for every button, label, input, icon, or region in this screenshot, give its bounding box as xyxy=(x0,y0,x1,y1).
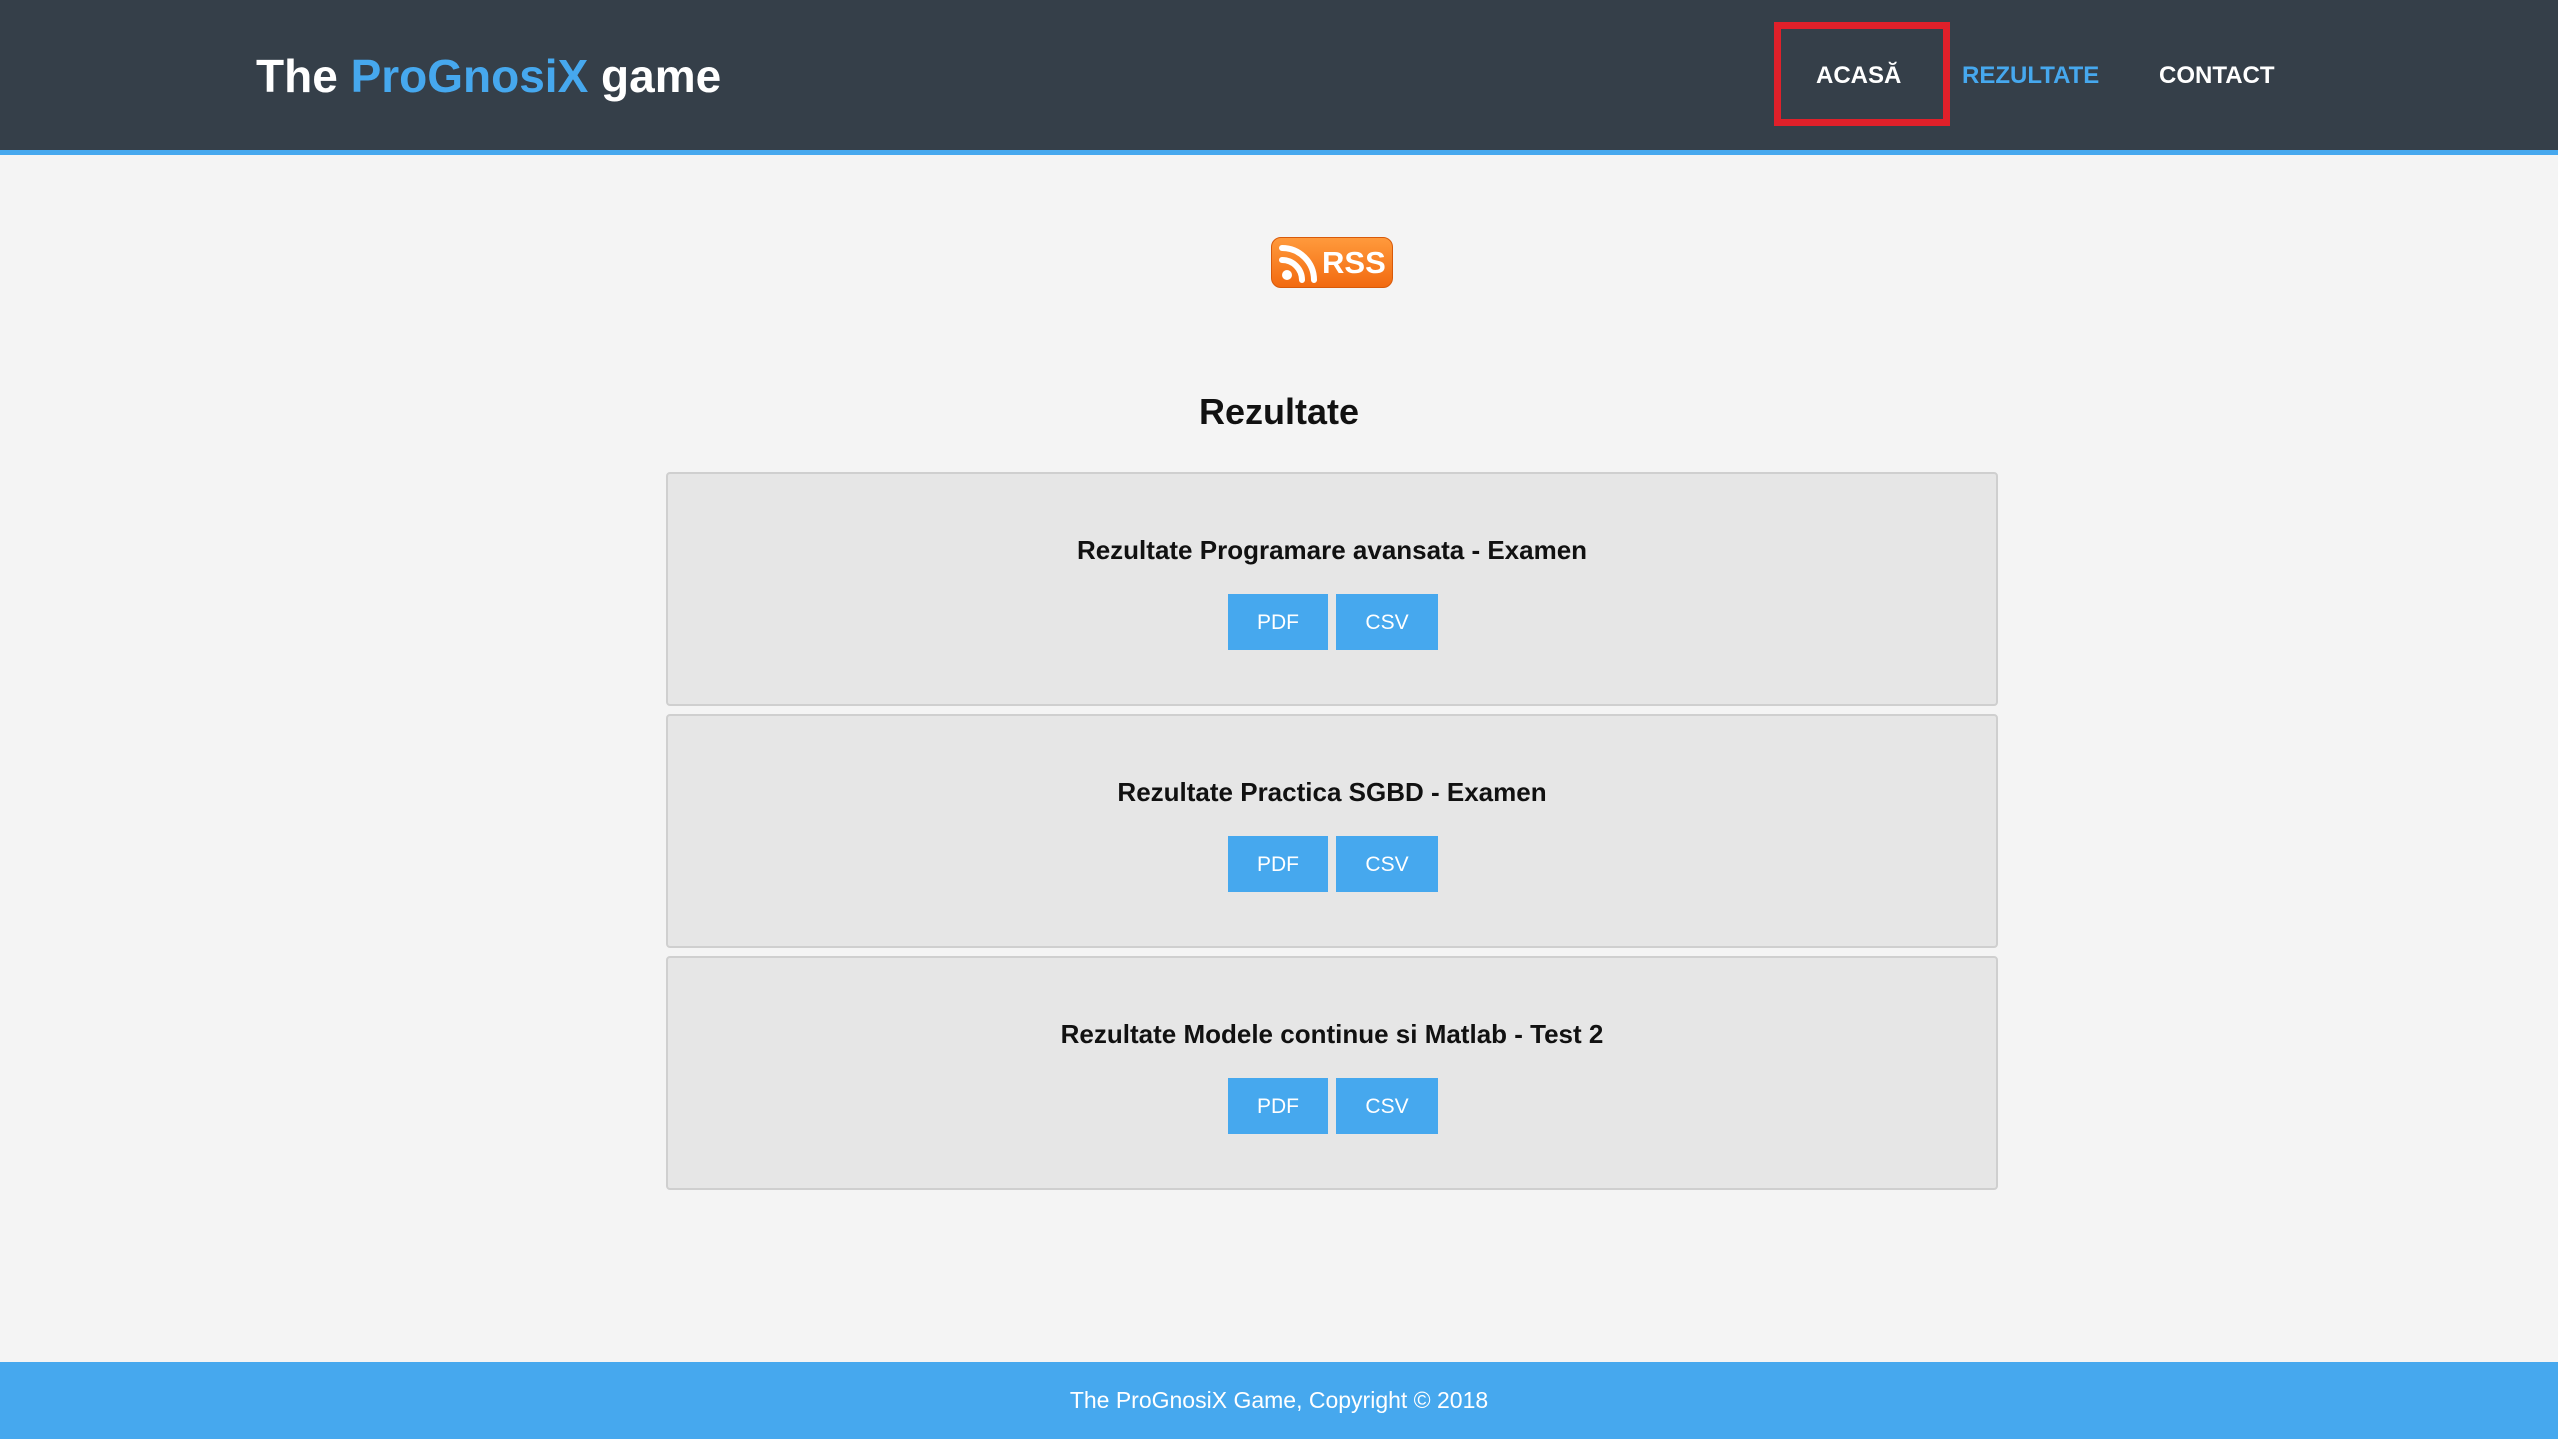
logo-accent: ProGnosiX xyxy=(350,50,589,102)
rss-icon xyxy=(1279,244,1317,283)
footer-copyright: The ProGnosiX Game, Copyright © 2018 xyxy=(1069,1387,1489,1413)
csv-download-button[interactable]: CSV xyxy=(1336,836,1438,892)
result-card-title: Rezultate Programare avansata - Examen xyxy=(1076,535,1588,565)
site-logo[interactable]: The ProGnosiX game xyxy=(256,44,721,108)
result-card-title: Rezultate Modele continue si Matlab - Te… xyxy=(1060,1019,1604,1049)
page-title: Rezultate xyxy=(1198,391,1360,432)
result-card-title: Rezultate Practica SGBD - Examen xyxy=(1117,777,1547,807)
site-header: The ProGnosiX game ACASĂ REZULTATE CONTA… xyxy=(0,0,2558,155)
nav-contact-link[interactable]: CONTACT xyxy=(2159,56,2275,96)
site-footer: The ProGnosiX Game, Copyright © 2018 xyxy=(0,1362,2558,1439)
rss-label: RSS xyxy=(1322,244,1386,280)
pdf-download-button[interactable]: PDF xyxy=(1228,594,1328,650)
logo-prefix: The xyxy=(256,50,351,102)
rss-feed-button[interactable]: RSS xyxy=(1271,237,1393,288)
result-card: Rezultate Practica SGBD - Examen PDF CSV xyxy=(666,714,1998,948)
csv-download-button[interactable]: CSV xyxy=(1336,594,1438,650)
logo-suffix: game xyxy=(588,50,722,102)
nav-results-link[interactable]: REZULTATE xyxy=(1962,56,2099,96)
result-card: Rezultate Modele continue si Matlab - Te… xyxy=(666,956,1998,1190)
nav-home-link[interactable]: ACASĂ xyxy=(1816,56,1901,96)
pdf-download-button[interactable]: PDF xyxy=(1228,836,1328,892)
pdf-download-button[interactable]: PDF xyxy=(1228,1078,1328,1134)
csv-download-button[interactable]: CSV xyxy=(1336,1078,1438,1134)
result-card: Rezultate Programare avansata - Examen P… xyxy=(666,472,1998,706)
